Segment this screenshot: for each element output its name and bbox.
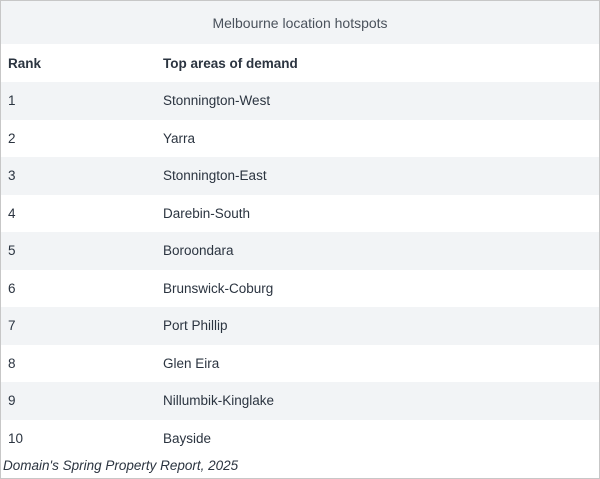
area-cell: Nillumbik-Kinglake xyxy=(163,393,275,409)
table-row: 6 Brunswick-Coburg xyxy=(1,270,599,308)
rank-cell: 6 xyxy=(8,280,16,296)
header-area: Top areas of demand xyxy=(163,55,298,71)
area-cell: Boroondara xyxy=(163,243,234,259)
rank-cell: 9 xyxy=(8,393,16,409)
rank-cell: 3 xyxy=(8,168,16,184)
rank-cell: 2 xyxy=(8,130,16,146)
area-cell: Darebin-South xyxy=(163,205,251,221)
source-caption: Domain's Spring Property Report, 2025 xyxy=(3,458,239,473)
area-cell: Yarra xyxy=(163,130,196,146)
area-cell: Bayside xyxy=(163,430,212,446)
table-row: 8 Glen Eira xyxy=(1,345,599,383)
table-container: Melbourne location hotspots Rank Top are… xyxy=(0,0,600,479)
area-cell: Brunswick-Coburg xyxy=(163,280,274,296)
table-row: 5 Boroondara xyxy=(1,232,599,270)
rank-cell: 5 xyxy=(8,243,16,259)
rank-cell: 7 xyxy=(8,318,16,334)
table-row: 3 Stonnington-East xyxy=(1,157,599,195)
rank-cell: 8 xyxy=(8,355,16,371)
area-cell: Stonnington-East xyxy=(163,168,267,184)
table-row: 1 Stonnington-West xyxy=(1,82,599,120)
rank-cell: 1 xyxy=(8,93,16,109)
table-row: 4 Darebin-South xyxy=(1,195,599,233)
area-cell: Port Phillip xyxy=(163,318,228,334)
table-row: 10 Bayside xyxy=(1,420,599,458)
hotspots-table: Rank Top areas of demand 1 Stonnington-W… xyxy=(1,44,599,457)
table-title: Melbourne location hotspots xyxy=(1,1,599,44)
rank-cell: 10 xyxy=(8,430,24,446)
table-row: 9 Nillumbik-Kinglake xyxy=(1,382,599,420)
area-cell: Glen Eira xyxy=(163,355,220,371)
table-row: 7 Port Phillip xyxy=(1,307,599,345)
table-header-row: Rank Top areas of demand xyxy=(1,44,599,82)
header-rank: Rank xyxy=(8,55,42,71)
rank-cell: 4 xyxy=(8,205,16,221)
table-row: 2 Yarra xyxy=(1,120,599,158)
area-cell: Stonnington-West xyxy=(163,93,271,109)
